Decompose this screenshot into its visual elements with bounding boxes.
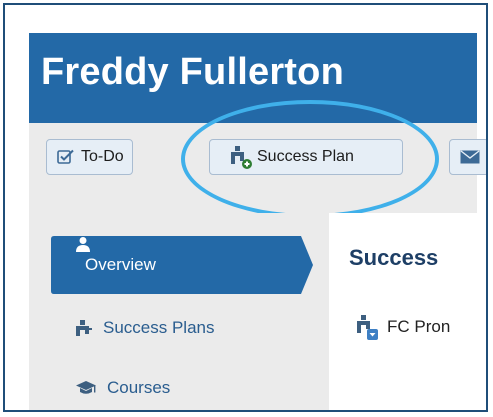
todo-button-label: To-Do — [81, 148, 124, 165]
sidebar-item-courses[interactable]: Courses — [75, 373, 170, 403]
profile-header: Freddy Fullerton — [29, 33, 477, 123]
sidebar-item-label: Overview — [85, 255, 156, 274]
todo-button[interactable]: To-Do — [46, 139, 133, 175]
sidebar-item-overview[interactable]: Overview — [51, 236, 313, 294]
screenshot-frame: Freddy Fullerton To-Do Success Plan Over… — [3, 3, 488, 412]
section-title: Success — [349, 245, 439, 270]
action-toolbar: To-Do Success Plan — [29, 123, 486, 213]
sidebar-item-label: Courses — [107, 378, 171, 397]
success-plan-dropdown-icon — [355, 313, 381, 341]
sidebar: Overview Success Plans Courses — [29, 213, 329, 410]
list-item-label: FC Pron — [387, 317, 451, 336]
add-success-plan-icon — [229, 144, 255, 170]
main-content: Success FC Pron — [329, 213, 477, 410]
sidebar-item-label: Success Plans — [103, 318, 215, 337]
success-plan-button-label: Success Plan — [257, 148, 354, 165]
success-plan-button[interactable]: Success Plan — [209, 139, 403, 175]
graduation-cap-icon — [75, 380, 97, 396]
envelope-icon — [460, 150, 480, 164]
sidebar-item-success-plans[interactable]: Success Plans — [75, 313, 215, 343]
page-title: Freddy Fullerton — [41, 51, 344, 93]
org-chart-icon — [75, 319, 93, 337]
message-button[interactable] — [449, 139, 486, 175]
success-plan-list-item[interactable]: FC Pron — [355, 313, 450, 341]
checkbox-icon — [57, 149, 75, 165]
